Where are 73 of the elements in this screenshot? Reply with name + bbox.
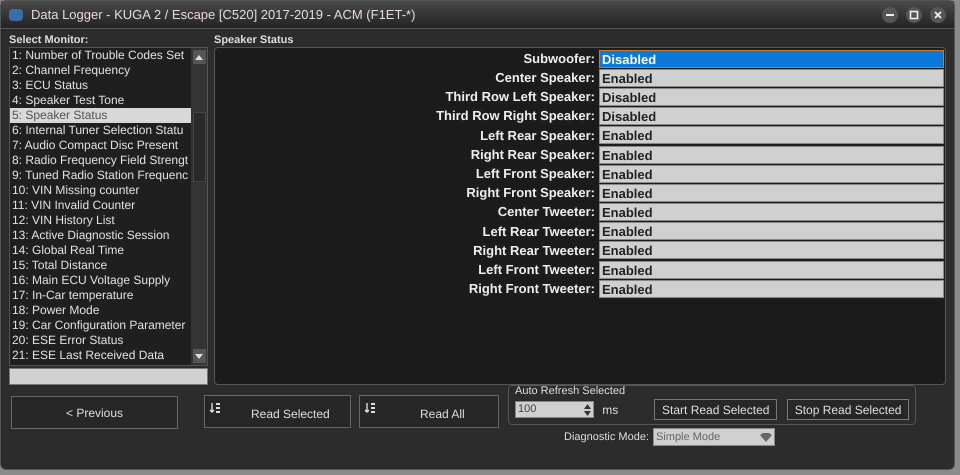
status-value: Enabled bbox=[599, 146, 944, 164]
dropdown-caret-icon[interactable] bbox=[760, 432, 772, 442]
stop-read-button[interactable]: Stop Read Selected bbox=[787, 399, 909, 420]
monitor-list-item[interactable]: 18: Power Mode bbox=[10, 303, 191, 318]
status-label: Left Rear Tweeter: bbox=[482, 222, 596, 241]
status-label: Right Front Tweeter: bbox=[468, 280, 596, 298]
status-value: Enabled bbox=[599, 203, 944, 222]
status-label: Third Row Right Speaker: bbox=[435, 107, 596, 126]
monitor-list-item[interactable]: 5: Speaker Status bbox=[10, 108, 191, 123]
sort-icon bbox=[209, 402, 221, 414]
diagnostic-mode-dropdown[interactable]: Simple Mode bbox=[653, 428, 775, 446]
app-logo-icon bbox=[9, 8, 23, 20]
monitor-list-item[interactable]: 16: Main ECU Voltage Supply bbox=[10, 273, 191, 288]
status-value: Enabled bbox=[599, 68, 944, 87]
auto-refresh-label: Auto Refresh Selected bbox=[515, 385, 626, 397]
monitor-list-item[interactable]: 17: In-Car temperature bbox=[10, 288, 191, 303]
monitor-list-item[interactable]: 10: VIN Missing counter bbox=[10, 183, 191, 198]
monitor-list-label: Select Monitor: bbox=[9, 33, 90, 47]
unit-label: ms bbox=[602, 402, 618, 418]
maximize-icon[interactable] bbox=[906, 6, 922, 22]
status-label: Left Front Speaker: bbox=[474, 164, 596, 183]
interval-field[interactable]: 100 bbox=[515, 401, 594, 418]
monitor-list-item[interactable]: 21: ESE Last Received Data bbox=[10, 348, 191, 363]
monitor-list-item[interactable]: 7: Audio Compact Disc Present bbox=[10, 138, 191, 153]
monitor-list-item[interactable]: 19: Car Configuration Parameter bbox=[10, 318, 191, 333]
status-label: Right Front Speaker: bbox=[465, 184, 596, 202]
status-label: Center Speaker: bbox=[494, 69, 596, 88]
monitor-list-item[interactable]: 20: ESE Error Status bbox=[10, 333, 191, 348]
scroll-down-icon[interactable] bbox=[195, 354, 203, 359]
sort-icon bbox=[364, 402, 376, 414]
monitor-list-item[interactable]: 6: Internal Tuner Selection Statu bbox=[10, 123, 191, 138]
status-value: Disabled bbox=[599, 88, 944, 106]
monitor-list-item[interactable]: 3: ECU Status bbox=[10, 78, 191, 93]
scroll-thumb[interactable] bbox=[192, 112, 206, 182]
read-all-button[interactable]: Read All bbox=[359, 395, 499, 428]
scroll-up-icon[interactable] bbox=[195, 54, 203, 60]
status-value: Enabled bbox=[599, 184, 944, 202]
monitor-list-item[interactable]: 13: Active Diagnostic Session bbox=[10, 228, 191, 243]
status-label: Right Rear Tweeter: bbox=[472, 242, 596, 260]
monitor-list-item[interactable]: 15: Total Distance bbox=[10, 258, 191, 273]
window-title: Data Logger - KUGA 2 / Escape [C520] 2017-2019 - ACM (F1ET-*) bbox=[31, 6, 416, 24]
status-label: Right Rear Speaker: bbox=[470, 146, 596, 164]
status-value: Enabled bbox=[599, 260, 944, 279]
spinner-icon[interactable] bbox=[584, 404, 592, 416]
monitor-list-item[interactable]: 11: VIN Invalid Counter bbox=[10, 198, 191, 213]
status-value: Disabled bbox=[599, 107, 944, 126]
status-value: Disabled bbox=[599, 50, 944, 68]
previous-button[interactable]: < Previous bbox=[11, 396, 178, 429]
diagnostic-mode-label: Diagnostic Mode: bbox=[564, 430, 649, 445]
status-value: Enabled bbox=[599, 241, 944, 260]
filter-field[interactable] bbox=[9, 368, 208, 385]
start-read-button[interactable]: Start Read Selected bbox=[654, 399, 778, 420]
status-label: Center Tweeter: bbox=[496, 203, 596, 222]
status-label: Left Front Tweeter: bbox=[477, 260, 596, 279]
monitor-list-item[interactable]: 9: Tuned Radio Station Frequenc bbox=[10, 168, 191, 183]
monitor-list-item[interactable]: 4: Speaker Test Tone bbox=[10, 93, 191, 108]
monitor-list-item[interactable]: 14: Global Real Time bbox=[10, 243, 191, 258]
status-value: Enabled bbox=[599, 164, 944, 183]
status-value: Enabled bbox=[599, 222, 944, 240]
monitor-list-item[interactable]: 8: Radio Frequency Field Strengt bbox=[10, 153, 191, 168]
status-label: Third Row Left Speaker: bbox=[444, 88, 596, 106]
status-value: Enabled bbox=[599, 280, 944, 298]
monitor-list-item[interactable]: 12: VIN History List bbox=[10, 213, 191, 228]
scrollbar[interactable] bbox=[191, 48, 207, 366]
status-value: Enabled bbox=[599, 126, 944, 144]
status-label: Subwoofer: bbox=[522, 50, 596, 68]
status-label: Left Rear Speaker: bbox=[479, 126, 596, 145]
read-selected-button[interactable]: Read Selected bbox=[204, 395, 351, 428]
monitor-list-item[interactable]: 1: Number of Trouble Codes Set bbox=[10, 48, 191, 63]
monitor-list-item[interactable]: 2: Channel Frequency bbox=[10, 63, 191, 78]
minimize-icon[interactable] bbox=[882, 6, 898, 22]
close-icon[interactable] bbox=[930, 6, 946, 22]
panel-title: Speaker Status bbox=[214, 33, 294, 47]
